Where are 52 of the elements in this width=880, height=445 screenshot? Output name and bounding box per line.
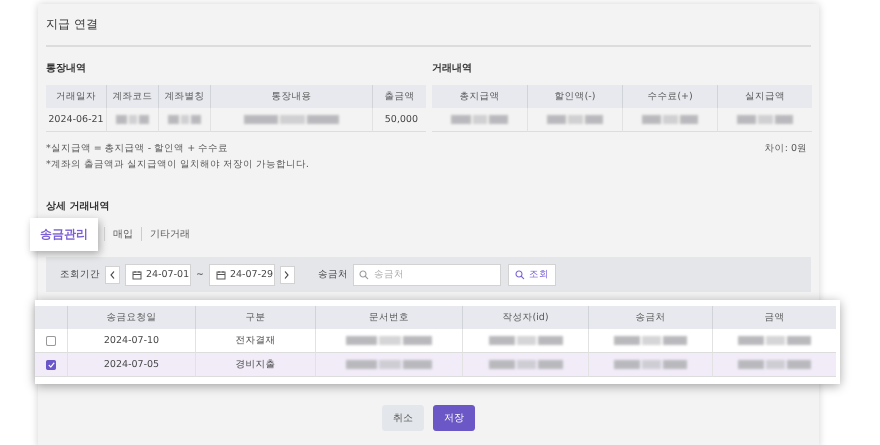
column-header: 총지급액 [432,85,527,108]
section-title: 통장내역 [46,62,87,75]
search-button[interactable]: 조회 [508,264,556,286]
column-header: 계좌별칭 [158,85,210,108]
difference-text: 차이: 0원 [764,142,807,156]
checkbox[interactable] [46,360,56,370]
dialog-title: 지급 연결 [46,16,811,47]
section-title: 상세 거래내역 [46,200,110,213]
column-header: 거래일자 [46,85,106,108]
table-cell: 2024-07-05 [67,353,195,377]
column-header: 통장내용 [210,85,372,108]
column-header: 출금액 [372,85,426,108]
next-button[interactable] [280,266,295,284]
note-text: *실지급액 = 총지급액 - 할인액 + 수수료 [46,142,230,155]
column-header: 실지급액 [717,85,812,108]
blurred-text [166,115,202,124]
column-header: 구분 [195,306,315,329]
cancel-button[interactable]: 취소 [382,405,424,431]
calendar-icon [132,270,142,280]
checkbox[interactable] [46,336,56,346]
field-label: 송금처 [318,268,348,281]
chevron-icon [284,270,290,278]
date-field[interactable]: 24-07-01 [125,264,191,286]
range-separator: ~ [196,269,204,280]
column-header: 할인액(-) [527,85,622,108]
search-field[interactable]: 송금처 [352,264,501,286]
column-header: 수수료(+) [622,85,717,108]
search-icon [358,270,369,280]
tab[interactable]: 매입 [105,227,141,241]
table-cell: 전자결재 [195,329,315,353]
blurred-text [114,115,150,124]
column-header: 송금처 [588,306,712,329]
date-field[interactable]: 24-07-29 [208,264,275,286]
column-header: 문서번호 [315,306,462,329]
previous-button[interactable] [105,266,120,284]
tab[interactable]: 기타거래 [142,227,198,241]
note-text: *계좌의 출금액과 실지급액이 일치해야 저장이 가능합니다. [46,158,309,171]
column-header: 송금요청일 [67,306,195,329]
tab[interactable]: 송금관리 [30,218,98,250]
search-icon [514,270,525,280]
column-header: 계좌코드 [106,85,158,108]
section-title: 거래내역 [432,62,473,75]
table-cell: 50,000 [372,108,426,132]
column-header: 작성자(id) [462,306,588,329]
column-header: 금액 [712,306,836,329]
calendar-icon [216,270,226,280]
table-cell: 경비지출 [195,353,315,377]
field-label: 조회기간 [60,268,100,281]
column-header [35,306,67,329]
save-button[interactable]: 저장 [433,405,475,431]
chevron-icon [110,270,116,278]
table-cell: 2024-07-10 [67,329,195,353]
